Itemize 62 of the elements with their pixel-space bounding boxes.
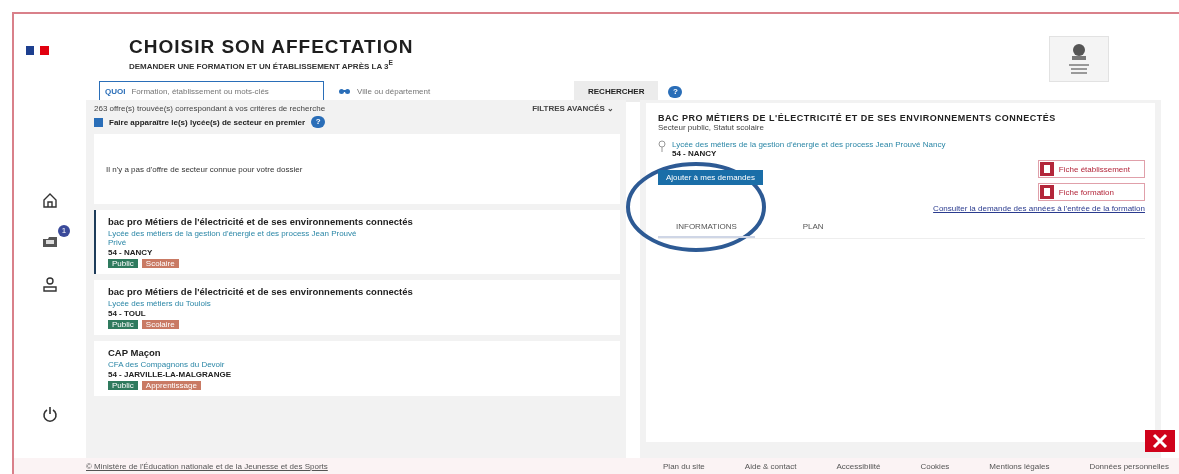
flag-logo — [26, 46, 49, 55]
tag: Public — [108, 381, 138, 390]
document-icon — [1039, 185, 1054, 199]
footer-link[interactable]: Aide & contact — [744, 461, 797, 471]
tag: Public — [108, 320, 138, 329]
search-button[interactable]: RECHERCHER — [574, 81, 659, 103]
search-field[interactable]: QUOI Formation, établissement ou mots-clés — [99, 80, 324, 103]
tag: Apprentissage — [141, 381, 201, 390]
demand-link[interactable]: Consulter la demande des années à l'entrée de la formation — [933, 204, 1145, 213]
tab[interactable]: PLAN — [784, 217, 842, 238]
checkbox-label[interactable]: Faire apparaître le(s) lycée(s) de secteur en premier — [109, 117, 306, 127]
sheet-button[interactable]: Fiche formation — [1037, 183, 1145, 201]
footer-link[interactable]: Cookies — [920, 461, 950, 471]
school-city: 54 - TOUL — [108, 309, 147, 318]
home-icon[interactable] — [42, 192, 58, 208]
offer-card[interactable]: bac pro Métiers de l'électricité et de ses environnements connectés Lycée des métiers du Toulois 54 - TOUL Public Scolaire — [94, 280, 620, 335]
offer-card[interactable]: CAP Maçon CFA des Compagnons du Devoir 54 - JARVILLE-LA-MALGRANGE Public Apprentissage — [94, 341, 620, 396]
checkbox[interactable] — [94, 117, 103, 127]
school-city: 54 - NANCY — [672, 149, 718, 158]
ministry-logo-icon — [1049, 36, 1109, 82]
school-city: 54 - JARVILLE-LA-MALGRANGE — [108, 370, 232, 379]
school-link[interactable]: Lycée des métiers du Toulois — [108, 299, 608, 308]
tag: Public — [108, 259, 138, 268]
advanced-filters-link[interactable]: FILTRES AVANCÉS ⌄ — [532, 104, 614, 113]
school-city: 54 - NANCY — [108, 248, 154, 257]
tag: Scolaire — [141, 259, 179, 268]
empty-message: Il n'y a pas d'offre de secteur connue pour votre dossier — [94, 134, 620, 204]
tab[interactable]: INFORMATIONS — [658, 217, 755, 238]
location-input[interactable]: Ville ou département — [357, 86, 560, 96]
offer-card[interactable]: bac pro Métiers de l'électricité et de ses environnements connectés Lycée des métiers de la gestion d'énergie et des process Jean Prouvé Privé 54 - NANCY Public Scolaire — [94, 210, 620, 274]
help-badge[interactable]: ? — [668, 85, 683, 98]
school-link[interactable]: CFA des Compagnons du Devoir — [108, 360, 608, 369]
footer-link[interactable]: Mentions légales — [989, 461, 1050, 471]
school-status: Privé — [108, 238, 128, 247]
person-icon[interactable] — [42, 276, 58, 292]
notification-badge: 1 — [58, 225, 70, 237]
power-icon[interactable] — [42, 406, 58, 422]
footer-link[interactable]: Accessibilité — [836, 461, 881, 471]
page-title: CHOISIR SON AFFECTATION — [129, 36, 415, 58]
offer-title: bac pro Métiers de l'électricité et de ses environnements connectés — [108, 216, 414, 227]
footer-link[interactable]: Données personnelles — [1089, 461, 1169, 471]
search-input[interactable]: Formation, établissement ou mots-clés — [131, 87, 318, 97]
offer-title: CAP Maçon — [108, 347, 162, 358]
copyright-text: © Ministère de l'Éducation nationale et de la Jeunesse et des Sports — [86, 461, 328, 471]
result-count: 263 offre(s) trouvée(s) correspondant à vos critères de recherche — [94, 104, 326, 113]
add-to-requests-button[interactable]: Ajouter à mes demandes — [658, 170, 763, 185]
binoculars-icon[interactable] — [338, 87, 351, 96]
document-icon — [1039, 162, 1054, 176]
sheet-button[interactable]: Fiche établissement — [1037, 160, 1145, 178]
school-link[interactable]: Lycée des métiers de la gestion d'énergie et des process Jean Prouvé Nancy — [672, 140, 946, 149]
help-badge[interactable]: ? — [311, 116, 326, 128]
page-subtitle: DEMANDER UNE FORMATION ET UN ÉTABLISSEMENT APRÈS LA 3$^{E}$ — [129, 59, 394, 71]
folder-icon[interactable] — [42, 234, 58, 250]
search-label: QUOI — [105, 87, 126, 97]
close-icon[interactable] — [1145, 430, 1175, 452]
formation-title: BAC PRO MÉTIERS DE L'ÉLECTRICITÉ ET DE SES ENVIRONNEMENTS CONNECTÉS — [658, 113, 1057, 123]
tag: Scolaire — [141, 320, 179, 329]
school-link[interactable]: Lycée des métiers de la gestion d'énergie et des process Jean Prouvé — [108, 229, 608, 238]
pin-icon[interactable] — [658, 140, 666, 152]
footer-link[interactable]: Plan du site — [663, 461, 705, 471]
offer-title: bac pro Métiers de l'électricité et de ses environnements connectés — [108, 286, 414, 297]
formation-subtitle: Secteur public, Statut scolaire — [658, 123, 765, 132]
